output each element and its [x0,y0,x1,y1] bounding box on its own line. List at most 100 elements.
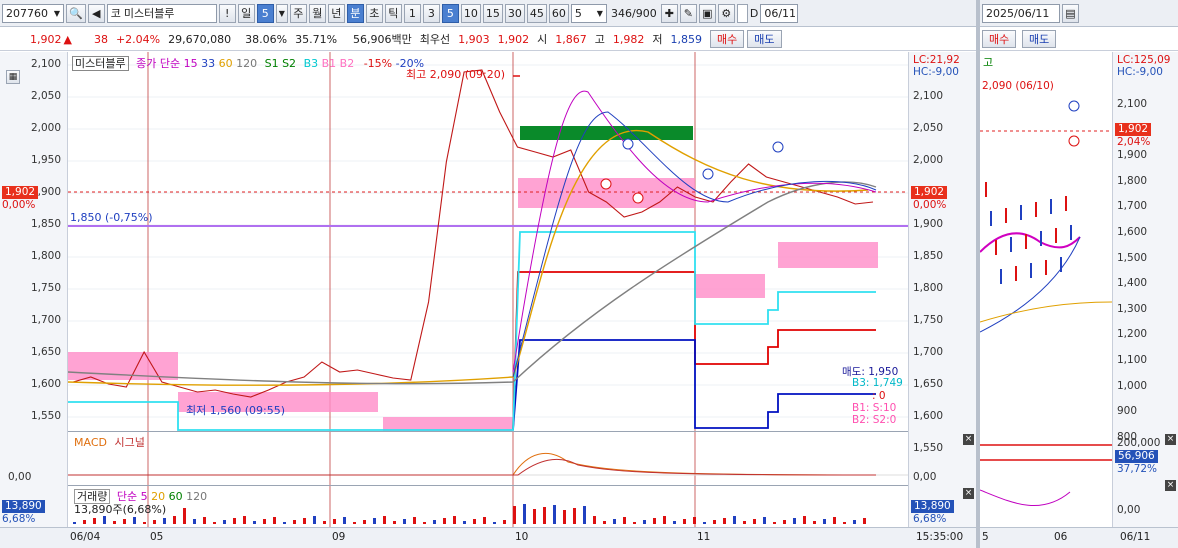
daily-y-label-9: 1,200 [1117,328,1148,341]
volume-bar [413,517,416,524]
volume-bar [553,505,556,524]
calendar-icon[interactable]: ▤ [1062,4,1079,23]
crosshair-icon[interactable]: ✚ [660,3,678,23]
daily-date-input[interactable]: 2025/06/11 [982,4,1060,23]
draw-tool-icon[interactable]: ✎ [679,3,697,23]
interval-30-button[interactable]: 30 [504,3,525,23]
interval-60-button[interactable]: 60 [548,3,569,23]
volume-bar [403,519,406,524]
volume-bar [573,508,576,524]
close-icon[interactable]: × [963,488,974,499]
volume-bar [373,518,376,524]
period-tick-button[interactable]: 틱 [384,3,402,23]
daily-x-label-06: 06 [1054,531,1068,543]
daily-vol-top: 200,000 [1117,437,1161,449]
volume-ma-60: 60 [168,490,183,503]
x-label-11: 11 [697,531,711,543]
volume-bar [693,517,696,524]
volume-bar [283,522,286,524]
right-price-tag: 1,902 [911,186,948,199]
stock-name: 미스터블루 [123,7,175,20]
daily-y-label-8: 1,300 [1117,302,1148,315]
volume-bar [863,518,866,524]
hc-label: HC:-9,00 [913,66,959,78]
x-time-label: 15:35:00 [916,531,964,543]
right-price-axis: LC:21,92 HC:-9,00 2,1002,0502,0001,9501,… [908,52,976,548]
volume-bar [443,518,446,524]
amount-value: 56,906백만 [353,33,412,46]
volume-current: 13,890주(6,68%) [74,503,167,516]
legend-b1: B1 [321,57,337,70]
stock-code-input[interactable]: 207760 ▼ [2,3,64,23]
bars-display: 346/900 [611,6,657,20]
period-second-button[interactable]: 초 [365,3,383,23]
support-band [68,352,178,380]
daily-candle [1000,269,1002,284]
period-minute-button[interactable]: 분 [346,3,364,23]
interval-10-button[interactable]: 10 [460,3,481,23]
volume-bar [643,520,646,524]
daily-chart-window: 2025/06/11 ▤ 매수 매도 고 2,090 (06/10) LC:12… [980,0,1178,548]
left-price-tag: 1,902 [2,186,39,199]
close-icon[interactable]: × [963,434,974,445]
interval-15-button[interactable]: 15 [482,3,503,23]
daily-x-label-5: 5 [982,531,989,543]
interval-45-button[interactable]: 45 [526,3,547,23]
period-year-button[interactable]: 년 [327,3,345,23]
period-week-button[interactable]: 주 [289,3,307,23]
signal-zero-label: : 0 [872,390,886,402]
daily-candle [1035,202,1037,217]
daily-buy-button[interactable]: 매수 [982,30,1017,48]
stock-code-value: 207760 [6,6,48,20]
interval-1-button[interactable]: 1 [403,3,421,23]
daily-y-label-12: 900 [1117,405,1138,418]
close-icon[interactable]: × [1165,434,1176,445]
date-input[interactable]: 06/11 [760,3,799,23]
lc-label: LC:21,92 [913,54,960,66]
chevron-down-icon[interactable]: ▼ [275,3,288,23]
signal-marker-b [632,192,644,204]
close-icon[interactable]: × [1165,480,1176,491]
period-checkbox[interactable] [736,3,748,23]
period-month-button[interactable]: 월 [308,3,326,23]
sell-button[interactable]: 매도 [747,30,782,48]
daily-y-label-0: 2,100 [1117,98,1148,110]
price-chart[interactable] [68,52,908,527]
left-y-label-0: 2,100 [30,58,61,70]
daily-y-label-6: 1,500 [1117,251,1148,264]
daily-candle [1070,225,1072,240]
price-change: 38 [93,32,108,46]
left-volume-pct: 6,68% [2,513,36,525]
volume-bar [183,508,186,524]
buy-button[interactable]: 매수 [710,30,745,48]
step-select[interactable]: 5 ▼ [570,3,607,23]
speaker-icon[interactable]: ◀ [87,3,105,23]
volume-bar [143,522,146,524]
period-day-button[interactable]: 일 [237,3,255,23]
daily-candle [1065,196,1067,211]
daily-sell-button[interactable]: 매도 [1022,30,1057,48]
daily-pct: 2,04% [1117,136,1151,148]
best-ask: 1,903 [458,32,490,46]
search-icon[interactable]: 🔍 [66,3,86,23]
daily-y-label-10: 1,100 [1117,354,1148,366]
daily-price-chart[interactable] [980,52,1112,527]
daily-candle [985,182,987,197]
daily-y-label-11: 1,000 [1117,379,1148,392]
signal-b1-label: B1: S:10 [852,402,897,414]
step-value: 5 [574,6,582,20]
volume-bar [463,521,466,524]
save-icon[interactable]: ▣ [698,3,716,23]
time-axis: 06/04 05 09 10 11 15:35:00 [0,527,976,548]
stock-name-field[interactable]: 코 미스터블루 [106,3,217,23]
period-count-button[interactable]: 5 [256,3,274,23]
gear-icon[interactable]: ⚙ [717,3,735,23]
macd-signal-label: 시그널 [114,436,145,449]
alert-button[interactable]: ! [218,3,236,23]
interval-3-button[interactable]: 3 [422,3,440,23]
best-label: 최우선 [419,33,451,46]
grid-icon[interactable]: ▦ [6,70,20,84]
volume-bar [233,518,236,524]
interval-5-button[interactable]: 5 [441,3,459,23]
right-y-label-10: 1,600 [913,410,944,422]
